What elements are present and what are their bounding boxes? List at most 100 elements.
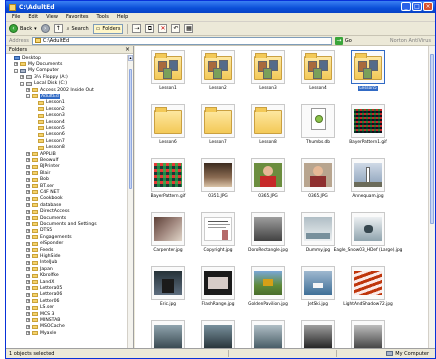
expand-icon[interactable]: +: [26, 331, 30, 336]
expand-icon[interactable]: +: [26, 235, 30, 240]
menu-edit[interactable]: Edit: [28, 14, 38, 20]
collapse-icon[interactable]: -: [14, 68, 18, 73]
expand-icon[interactable]: +: [26, 88, 30, 92]
address-input[interactable]: C:\AdultEd: [31, 36, 332, 45]
expand-icon[interactable]: +: [26, 273, 30, 278]
tree-item[interactable]: + DTS5: [26, 228, 52, 234]
menu-help[interactable]: Help: [117, 14, 128, 20]
file-thumbnail[interactable]: BayerPattern.gif: [143, 158, 193, 205]
file-thumbnail[interactable]: DoroRectangle.jpg: [243, 212, 293, 259]
file-thumbnail[interactable]: 0351.JPG: [193, 158, 243, 205]
collapse-icon[interactable]: -: [20, 81, 24, 86]
tree-item[interactable]: + Feeds: [26, 247, 53, 253]
close-pane-icon[interactable]: ×: [125, 46, 130, 53]
file-thumbnail[interactable]: Eagle_Snow03_HDef (Large).jpg: [334, 212, 402, 259]
folder-thumbnail[interactable]: Lesson4: [293, 50, 343, 97]
expand-icon[interactable]: +: [26, 203, 30, 208]
expand-icon[interactable]: +: [14, 62, 18, 67]
scroll-up-arrow[interactable]: ▴: [128, 55, 133, 61]
tree-item[interactable]: + Lettera06: [26, 292, 62, 298]
move-to-button[interactable]: ⇢: [132, 24, 142, 33]
file-thumbnail[interactable]: 0365.JPG: [243, 158, 293, 205]
tree-item[interactable]: - My Computer: [14, 68, 59, 74]
file-thumbnail[interactable]: JetSki.jpg: [293, 266, 343, 313]
expand-icon[interactable]: +: [26, 299, 30, 304]
expand-icon[interactable]: +: [26, 177, 30, 182]
expand-icon[interactable]: +: [26, 164, 30, 169]
tree-item[interactable]: + Engagements: [26, 234, 72, 240]
file-thumbnail[interactable]: [193, 320, 243, 349]
maximize-button[interactable]: □: [412, 2, 422, 11]
tree-item[interactable]: + BJPrinter: [26, 164, 60, 170]
tree-item[interactable]: - AdultEd: [26, 93, 60, 99]
tree-item[interactable]: Lesson2: [32, 106, 65, 112]
file-thumbnail[interactable]: BayerPattern1.gif: [343, 104, 393, 151]
tree-item[interactable]: Lesson4: [32, 119, 65, 125]
file-thumbnail[interactable]: [293, 320, 343, 349]
tree-item[interactable]: + LandX: [26, 279, 54, 285]
expand-icon[interactable]: +: [26, 171, 30, 176]
folders-button[interactable]: ▭ Folders: [92, 23, 124, 34]
folder-thumbnail[interactable]: Lesson6: [143, 104, 193, 151]
collapse-icon[interactable]: -: [26, 94, 30, 99]
expand-icon[interactable]: +: [26, 228, 30, 233]
expand-icon[interactable]: +: [26, 209, 30, 214]
tree-item[interactable]: + database: [26, 202, 61, 208]
tree-item[interactable]: +3½ Floppy (A:): [20, 74, 68, 80]
expand-icon[interactable]: +: [26, 196, 30, 201]
tree-item[interactable]: + HighSide: [26, 253, 61, 259]
tree-item[interactable]: Desktop: [8, 55, 41, 61]
menu-tools[interactable]: Tools: [97, 14, 109, 20]
folder-thumbnail[interactable]: Lesson8: [243, 104, 293, 151]
expand-icon[interactable]: +: [26, 190, 30, 195]
expand-icon[interactable]: +: [26, 248, 30, 252]
tree-item[interactable]: + elSponder: [26, 241, 63, 247]
expand-icon[interactable]: +: [26, 267, 30, 272]
links-toolbar[interactable]: Norton AntiVirus: [390, 38, 431, 44]
menu-view[interactable]: View: [46, 14, 58, 20]
folder-thumbnail[interactable]: Lesson2: [193, 50, 243, 97]
tree-item[interactable]: + My Documents: [14, 61, 62, 67]
tree-item[interactable]: - Local Disk (C:): [20, 81, 67, 87]
expand-icon[interactable]: +: [26, 152, 30, 156]
file-thumbnail[interactable]: [243, 320, 293, 349]
menu-file[interactable]: File: [12, 14, 20, 20]
file-thumbnail[interactable]: [343, 320, 393, 349]
tree-item[interactable]: + Blair: [26, 170, 50, 176]
expand-icon[interactable]: +: [26, 158, 30, 163]
file-thumbnail[interactable]: Eric.jpg: [143, 266, 193, 313]
expand-icon[interactable]: +: [26, 260, 30, 265]
tree-item[interactable]: + Myaxle: [26, 330, 56, 336]
expand-icon[interactable]: +: [20, 75, 24, 80]
tree-item[interactable]: + Japan: [26, 266, 53, 272]
search-button[interactable]: ⌕ Search: [67, 26, 89, 32]
delete-button[interactable]: ✕: [158, 24, 168, 33]
tree-item[interactable]: Lesson3: [32, 113, 65, 119]
tree-item[interactable]: + Letter06: [26, 298, 59, 304]
tree-item[interactable]: + MSOCache: [26, 324, 65, 330]
expand-icon[interactable]: +: [26, 184, 30, 188]
expand-icon[interactable]: +: [26, 305, 30, 310]
forward-button[interactable]: ›: [40, 24, 50, 33]
file-thumbnail[interactable]: FlashRange.jpg: [193, 266, 243, 313]
expand-icon[interactable]: +: [26, 324, 30, 329]
folder-thumbnail[interactable]: Lesson7: [193, 104, 243, 151]
folders-scrollbar[interactable]: ▴: [127, 55, 133, 349]
expand-icon[interactable]: +: [26, 222, 30, 227]
go-button[interactable]: → Go: [334, 36, 352, 45]
tree-item[interactable]: Lesson6: [32, 132, 65, 138]
file-thumbnail[interactable]: Annequam.jpg: [343, 158, 393, 205]
tree-item[interactable]: + MINSTAB: [26, 317, 60, 323]
expand-icon[interactable]: +: [26, 254, 30, 259]
file-thumbnail[interactable]: GoldenPavilion.jpg: [243, 266, 293, 313]
content-scroll-thumb[interactable]: [430, 54, 434, 224]
folder-thumbnail[interactable]: Lesson1: [143, 50, 193, 97]
tree-item[interactable]: + Lettera05: [26, 285, 62, 291]
file-thumbnail[interactable]: 0365.JPG: [293, 158, 343, 205]
file-thumbnail[interactable]: Copyright.jpg: [193, 212, 243, 259]
tree-item[interactable]: + IntelJub: [26, 260, 57, 266]
up-folder-button[interactable]: ↑: [53, 24, 63, 33]
menu-favorites[interactable]: Favorites: [66, 14, 89, 20]
tree-item[interactable]: + LS.ser: [26, 305, 54, 311]
expand-icon[interactable]: +: [26, 318, 30, 323]
